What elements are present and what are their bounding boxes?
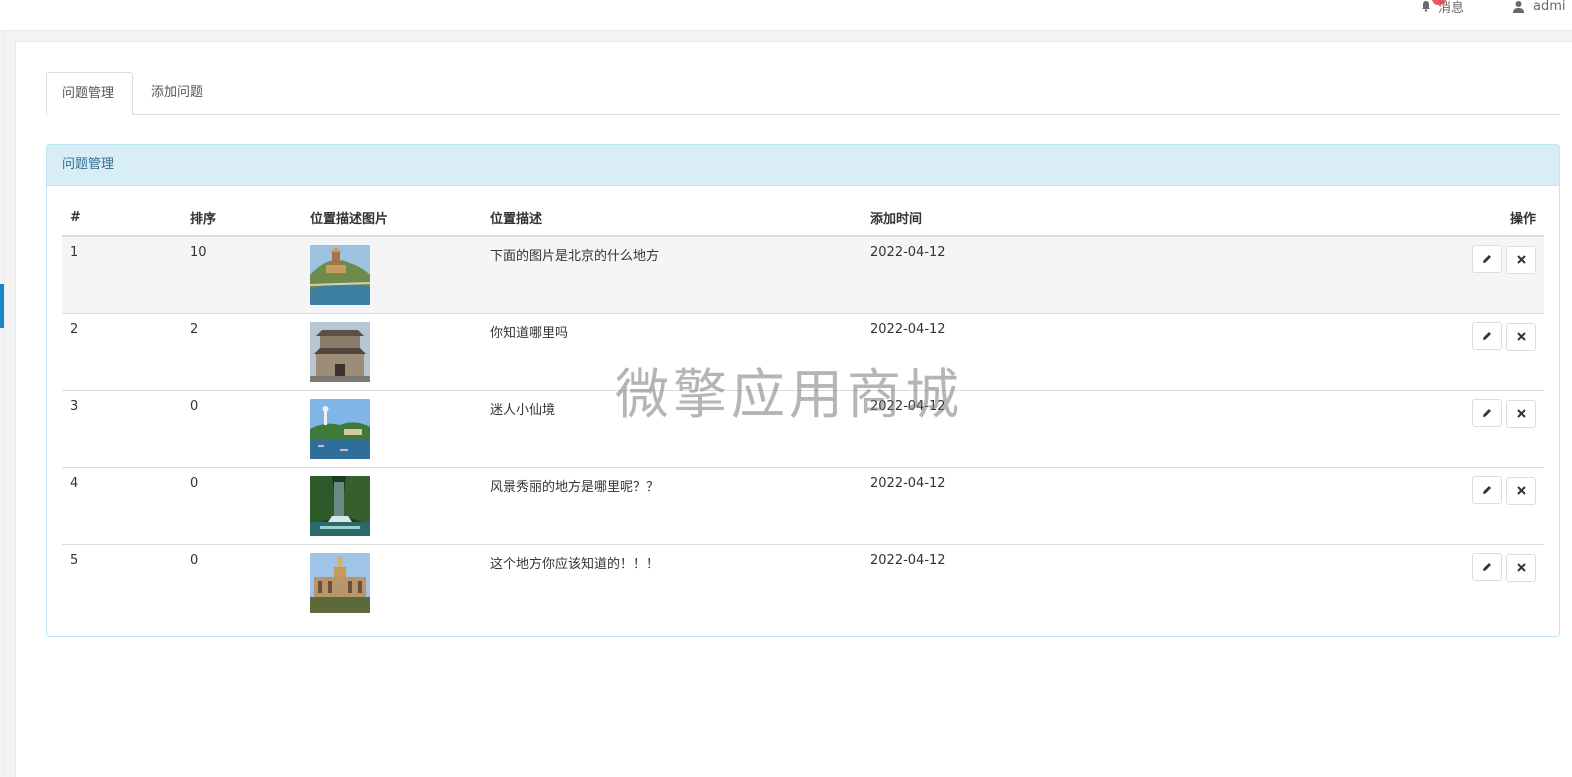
sidebar-strip — [0, 31, 5, 776]
user-icon — [1513, 0, 1524, 13]
question-panel: 问题管理 # 排序 位置描述图片 位置描述 添加时间 操作 1 10 下面的图片… — [46, 144, 1560, 637]
col-header-num: # — [62, 200, 182, 237]
pencil-icon — [1483, 332, 1491, 340]
table-row: 2 2 你知道哪里吗 2022-04-12 — [62, 313, 1544, 391]
cell-ops — [1262, 545, 1544, 622]
cell-sort: 0 — [182, 467, 302, 545]
close-icon — [1516, 255, 1526, 264]
pencil-icon — [1483, 486, 1491, 494]
lake-pagoda-photo[interactable] — [310, 399, 370, 459]
cell-desc: 你知道哪里吗 — [482, 313, 862, 391]
pagoda-hill-photo[interactable] — [310, 245, 370, 305]
edit-button[interactable] — [1472, 553, 1502, 581]
delete-button[interactable] — [1506, 245, 1536, 274]
cell-ops — [1262, 390, 1544, 468]
cell-time: 2022-04-12 — [862, 236, 1262, 314]
edit-button[interactable] — [1472, 399, 1502, 427]
edit-button[interactable] — [1472, 322, 1502, 350]
tab-bar: 问题管理 添加问题 — [46, 72, 1560, 115]
delete-button[interactable] — [1506, 399, 1536, 428]
pencil-icon — [1483, 563, 1491, 571]
table-row: 1 10 下面的图片是北京的什么地方 2022-04-12 — [62, 236, 1544, 314]
main-content: 问题管理 添加问题 问题管理 # 排序 位置描述图片 位置描述 添加时间 操作 … — [15, 41, 1572, 777]
waterfall-photo[interactable] — [310, 476, 370, 536]
cell-desc: 下面的图片是北京的什么地方 — [482, 236, 862, 314]
cell-image — [302, 313, 482, 391]
cell-ops — [1262, 236, 1544, 314]
cell-num: 1 — [62, 236, 182, 314]
close-icon — [1516, 486, 1526, 495]
cell-num: 4 — [62, 467, 182, 545]
col-header-ops: 操作 — [1262, 200, 1544, 237]
table-row: 5 0 这个地方你应该知道的！！！ 2022-04-12 — [62, 545, 1544, 622]
question-table: # 排序 位置描述图片 位置描述 添加时间 操作 1 10 下面的图片是北京的什… — [62, 200, 1544, 622]
tab-question-management[interactable]: 问题管理 — [46, 72, 133, 115]
gate-tower-photo[interactable] — [310, 322, 370, 382]
cell-ops — [1262, 313, 1544, 391]
close-icon — [1516, 409, 1526, 418]
cell-num: 2 — [62, 313, 182, 391]
cell-sort: 2 — [182, 313, 302, 391]
cell-time: 2022-04-12 — [862, 467, 1262, 545]
table-row: 3 0 迷人小仙境 2022-04-12 — [62, 390, 1544, 468]
messages-label: 消息 — [1438, 0, 1465, 16]
pencil-icon — [1483, 255, 1491, 263]
cell-desc: 风景秀丽的地方是哪里呢？？ — [482, 467, 862, 545]
exhibition-hall-photo[interactable] — [310, 553, 370, 613]
messages-link[interactable]: 消息 — [1420, 0, 1464, 16]
cell-image — [302, 467, 482, 545]
col-header-desc: 位置描述 — [482, 200, 862, 237]
col-header-image: 位置描述图片 — [302, 200, 482, 237]
edit-button[interactable] — [1472, 476, 1502, 504]
cell-time: 2022-04-12 — [862, 390, 1262, 468]
col-header-time: 添加时间 — [862, 200, 1262, 237]
table-row: 4 0 风景秀丽的地方是哪里呢？？ 2022-04-12 — [62, 467, 1544, 545]
cell-image — [302, 236, 482, 314]
panel-title: 问题管理 — [47, 145, 1559, 186]
cell-sort: 10 — [182, 236, 302, 314]
delete-button[interactable] — [1506, 476, 1536, 505]
cell-num: 3 — [62, 390, 182, 468]
cell-image — [302, 390, 482, 468]
col-header-sort: 排序 — [182, 200, 302, 237]
cell-sort: 0 — [190, 553, 199, 568]
cell-time: 2022-04-12 — [862, 313, 1262, 391]
user-menu[interactable]: admi — [1512, 0, 1566, 16]
user-label: admi — [1533, 0, 1566, 14]
delete-button[interactable] — [1506, 322, 1536, 351]
cell-ops — [1262, 467, 1544, 545]
cell-image — [302, 545, 482, 622]
cell-time: 2022-04-12 — [870, 553, 946, 568]
top-navbar: 消息 admi — [0, 0, 1572, 31]
cell-sort: 0 — [182, 390, 302, 468]
cell-desc: 迷人小仙境 — [482, 390, 862, 468]
edit-button[interactable] — [1472, 245, 1502, 273]
delete-button[interactable] — [1506, 553, 1536, 582]
close-icon — [1516, 563, 1526, 572]
bell-icon — [1422, 1, 1430, 12]
tab-add-question[interactable]: 添加问题 — [136, 72, 218, 114]
pencil-icon — [1483, 409, 1491, 417]
cell-num: 5 — [70, 553, 79, 568]
sidebar-active-indicator — [0, 284, 4, 328]
table-header-row: # 排序 位置描述图片 位置描述 添加时间 操作 — [62, 200, 1544, 237]
close-icon — [1516, 332, 1526, 341]
cell-desc: 这个地方你应该知道的！！！ — [490, 557, 660, 572]
